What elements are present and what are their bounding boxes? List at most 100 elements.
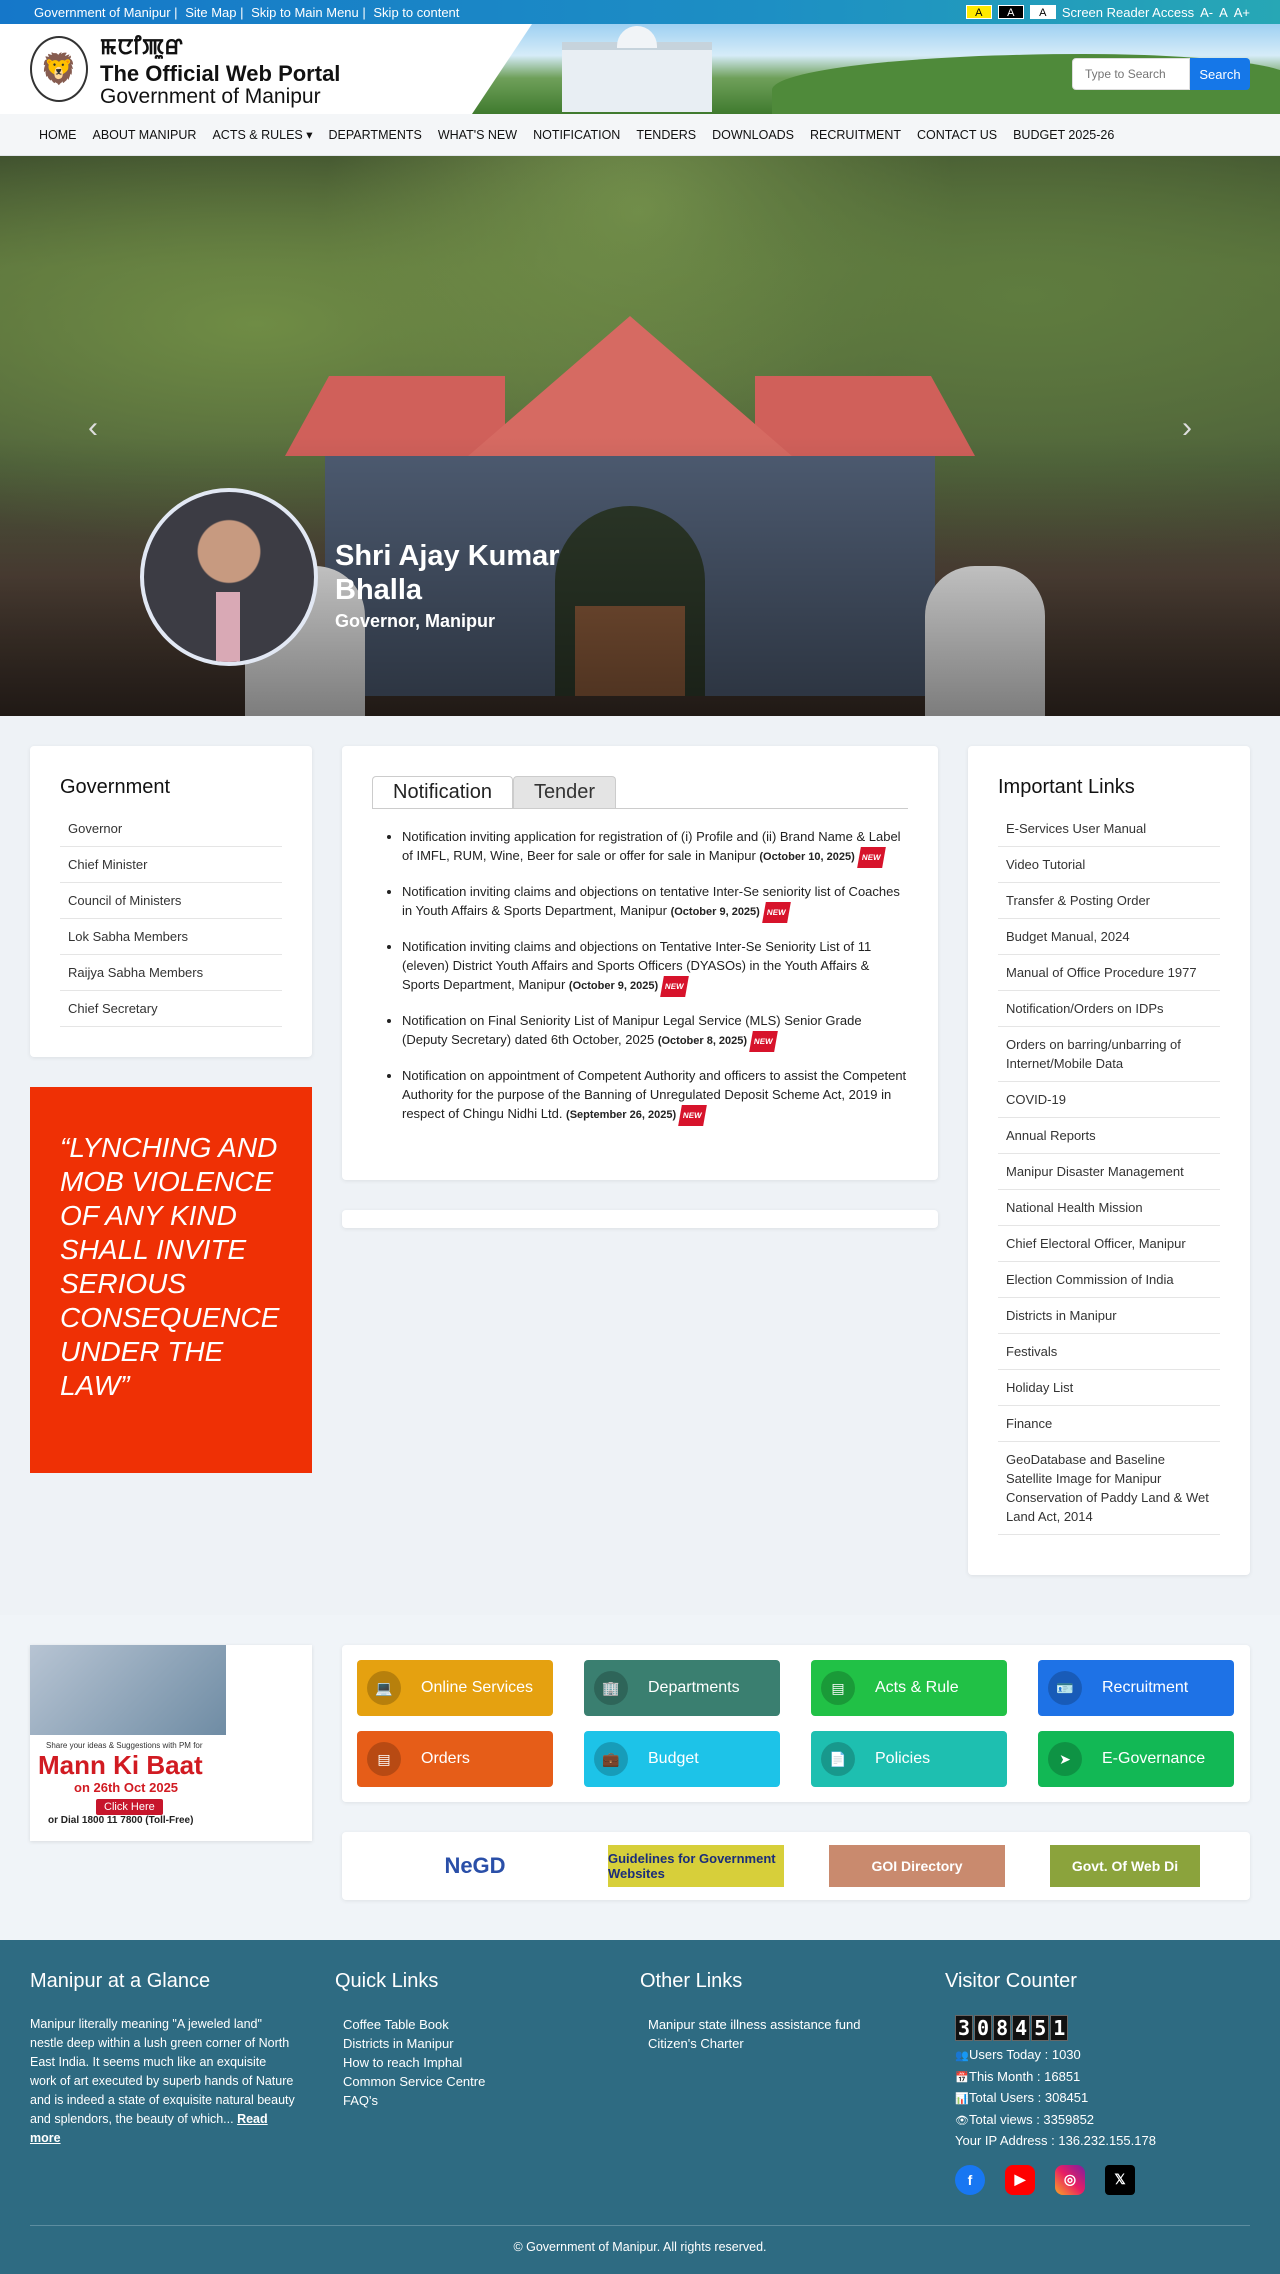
carousel-prev-icon[interactable]: ‹ (88, 411, 98, 445)
instagram-icon[interactable]: ◎ (1055, 2164, 1085, 2195)
important-link[interactable]: Orders on barring/unbarring of Internet/… (998, 1027, 1220, 1082)
important-link[interactable]: Notification/Orders on IDPs (998, 991, 1220, 1027)
nav-whats-new[interactable]: WHAT'S NEW (438, 128, 517, 142)
service-button[interactable]: 💼 Budget (584, 1731, 780, 1787)
nav-downloads[interactable]: DOWNLOADS (712, 128, 794, 142)
important-link[interactable]: Manual of Office Procedure 1977 (998, 955, 1220, 991)
quick-link[interactable]: Districts in Manipur (343, 2034, 640, 2053)
government-link[interactable]: Chief Minister (60, 847, 282, 883)
top-bar: Government of Manipur | Site Map | Skip … (0, 0, 1280, 24)
logo[interactable]: 🦁 ꯃꯅꯤꯄꯨꯔ The Official Web Portal Governm… (0, 31, 340, 108)
important-link[interactable]: National Health Mission (998, 1190, 1220, 1226)
search-box: Search (1072, 58, 1250, 90)
service-button[interactable]: ▤ Acts & Rule (811, 1660, 1007, 1716)
government-link[interactable]: Council of Ministers (60, 883, 282, 919)
mkb-click-button[interactable]: Click Here (96, 1799, 163, 1815)
facebook-icon[interactable]: f (955, 2164, 985, 2195)
quick-link[interactable]: Common Service Centre (343, 2072, 640, 2091)
contrast-black-button[interactable]: A (997, 5, 1024, 19)
font-normal-button[interactable]: A (1219, 5, 1228, 20)
nav-tenders[interactable]: TENDERS (636, 128, 696, 142)
quick-link[interactable]: FAQ's (343, 2091, 640, 2110)
government-link[interactable]: Chief Secretary (60, 991, 282, 1027)
important-link[interactable]: E-Services User Manual (998, 811, 1220, 847)
nav-about[interactable]: ABOUT MANIPUR (93, 128, 197, 142)
important-link[interactable]: Finance (998, 1406, 1220, 1442)
important-link[interactable]: Annual Reports (998, 1118, 1220, 1154)
important-link[interactable]: COVID-19 (998, 1082, 1220, 1118)
other-link[interactable]: Citizen's Charter (648, 2034, 945, 2053)
notification-text[interactable]: Notification on Final Seniority List of … (402, 1013, 862, 1047)
nav-home[interactable]: HOME (39, 128, 77, 142)
search-button[interactable]: Search (1190, 58, 1250, 90)
service-button[interactable]: 💻 Online Services (357, 1660, 553, 1716)
quick-link[interactable]: How to reach Imphal (343, 2053, 640, 2072)
notification-card: Notification Tender Notification invitin… (342, 746, 938, 1180)
notification-list: Notification inviting application for re… (372, 827, 908, 1126)
youtube-icon[interactable]: ▶ (1005, 2164, 1035, 2195)
font-decrease-button[interactable]: A- (1200, 5, 1213, 20)
visitor-stat: 👥Users Today : 1030 (955, 2045, 1250, 2067)
stat-icon: 👁 (955, 2114, 969, 2127)
government-link[interactable]: Lok Sabha Members (60, 919, 282, 955)
guidelines-logo[interactable]: Guidelines for Government Websites (608, 1845, 784, 1887)
notification-text[interactable]: Notification inviting claims and objecti… (402, 884, 900, 918)
skip-main-link[interactable]: Skip to Main Menu | (251, 5, 366, 20)
search-input[interactable] (1072, 58, 1190, 90)
nav-contact[interactable]: CONTACT US (917, 128, 997, 142)
important-link[interactable]: Holiday List (998, 1370, 1220, 1406)
gov-link[interactable]: Government of Manipur | (34, 5, 178, 20)
negd-logo[interactable]: NeGD (387, 1845, 563, 1887)
notification-item[interactable]: Notification on appointment of Competent… (402, 1066, 908, 1126)
important-link[interactable]: Districts in Manipur (998, 1298, 1220, 1334)
important-link[interactable]: Video Tutorial (998, 847, 1220, 883)
service-button[interactable]: 🏢 Departments (584, 1660, 780, 1716)
important-link[interactable]: Transfer & Posting Order (998, 883, 1220, 919)
goi-directory-logo[interactable]: GOI Directory (829, 1845, 1005, 1887)
new-badge: NEW (856, 847, 886, 868)
mann-ki-baat-banner[interactable]: Share your ideas & Suggestions with PM f… (30, 1645, 312, 1841)
carousel-next-icon[interactable]: › (1182, 411, 1192, 445)
top-links: Government of Manipur | Site Map | Skip … (34, 5, 463, 20)
notification-item[interactable]: Notification on Final Seniority List of … (402, 1011, 908, 1052)
service-button[interactable]: 📄 Policies (811, 1731, 1007, 1787)
glance-heading: Manipur at a Glance (30, 1970, 211, 1992)
notification-date: (October 9, 2025) (568, 980, 659, 992)
tab-tender[interactable]: Tender (512, 776, 617, 808)
service-button[interactable]: ➤ E-Governance (1038, 1731, 1234, 1787)
service-button[interactable]: ▤ Orders (357, 1731, 553, 1787)
contrast-yellow-button[interactable]: A (965, 5, 992, 19)
important-link[interactable]: Festivals (998, 1334, 1220, 1370)
government-link[interactable]: Raijya Sabha Members (60, 955, 282, 991)
visitor-stat: 📅This Month : 16851 (955, 2067, 1250, 2089)
web-directory-logo[interactable]: Govt. Of Web Di (1050, 1845, 1200, 1887)
service-button[interactable]: 🪪 Recruitment (1038, 1660, 1234, 1716)
government-link[interactable]: Governor (60, 811, 282, 847)
nav-departments[interactable]: DEPARTMENTS (329, 128, 422, 142)
other-link[interactable]: Manipur state illness assistance fund (648, 2015, 945, 2034)
counter-digit: 3 (955, 2015, 974, 2041)
e-governance-icon: ➤ (1048, 1742, 1082, 1776)
quick-link[interactable]: Coffee Table Book (343, 2015, 640, 2034)
tab-notification[interactable]: Notification (372, 776, 513, 808)
notification-item[interactable]: Notification inviting claims and objecti… (402, 937, 908, 997)
nav-acts-rules[interactable]: ACTS & RULES ▾ (212, 127, 312, 142)
font-increase-button[interactable]: A+ (1234, 5, 1250, 20)
main-content: Government Governor Chief Minister Council… (0, 716, 1280, 1615)
nav-notification[interactable]: NOTIFICATION (533, 128, 620, 142)
important-link[interactable]: Budget Manual, 2024 (998, 919, 1220, 955)
contrast-white-button[interactable]: A (1029, 5, 1056, 19)
sitemap-link[interactable]: Site Map | (185, 5, 243, 20)
screen-reader-link[interactable]: Screen Reader Access (1062, 5, 1194, 20)
x-icon[interactable]: 𝕏 (1105, 2164, 1135, 2195)
government-list: Governor Chief Minister Council of Ministe… (60, 811, 282, 1027)
nav-recruitment[interactable]: RECRUITMENT (810, 128, 901, 142)
skip-content-link[interactable]: Skip to content (373, 5, 459, 20)
notification-item[interactable]: Notification inviting claims and objecti… (402, 882, 908, 923)
important-link[interactable]: GeoDatabase and Baseline Satellite Image… (998, 1442, 1220, 1535)
notification-item[interactable]: Notification inviting application for re… (402, 827, 908, 868)
important-link[interactable]: Manipur Disaster Management (998, 1154, 1220, 1190)
important-link[interactable]: Chief Electoral Officer, Manipur (998, 1226, 1220, 1262)
important-link[interactable]: Election Commission of India (998, 1262, 1220, 1298)
nav-budget[interactable]: BUDGET 2025-26 (1013, 128, 1114, 142)
